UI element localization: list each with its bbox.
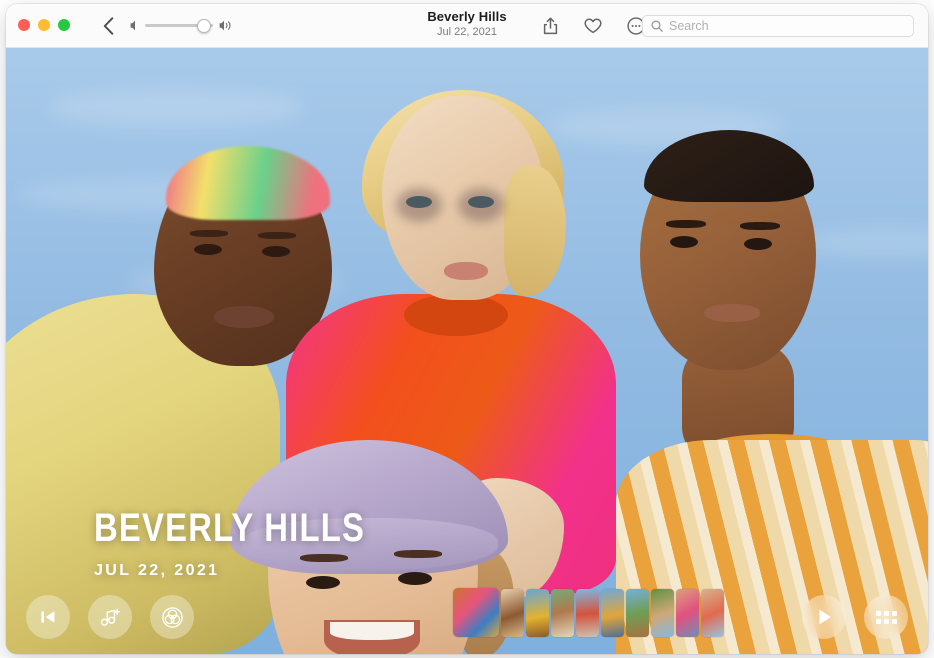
person-right-mouth	[704, 304, 760, 322]
rewind-icon	[39, 609, 57, 625]
thumbnail-5[interactable]	[576, 589, 599, 637]
speaker-high-icon	[219, 20, 234, 31]
chevron-left-icon	[103, 17, 114, 35]
thumbnail-7[interactable]	[626, 589, 649, 637]
photos-window: Beverly Hills Jul 22, 2021	[6, 4, 928, 654]
thumbnail-2[interactable]	[501, 589, 524, 637]
person-left-eye	[262, 246, 290, 257]
person-left-eyebrow	[190, 230, 228, 237]
maximize-button[interactable]	[58, 19, 70, 31]
volume-slider[interactable]	[130, 20, 234, 31]
window-title-block: Beverly Hills Jul 22, 2021	[367, 10, 567, 38]
search-icon	[651, 20, 663, 32]
share-icon	[543, 17, 558, 35]
person-center-eye	[468, 196, 494, 208]
person-right-eyebrow	[666, 220, 706, 228]
person-front-eye	[306, 576, 340, 589]
playback-controls-left	[26, 595, 194, 639]
person-center-eye	[406, 196, 432, 208]
person-left-eye	[194, 244, 222, 255]
filters-button[interactable]	[150, 595, 194, 639]
back-button[interactable]	[97, 15, 119, 37]
minimize-button[interactable]	[38, 19, 50, 31]
person-right-eye	[670, 236, 698, 248]
speaker-low-icon	[130, 20, 139, 31]
person-front-eyebrow	[394, 550, 442, 558]
heart-icon	[584, 18, 602, 34]
person-right-eye	[744, 238, 772, 250]
play-button[interactable]	[802, 595, 846, 639]
person-front-mouth	[324, 620, 420, 654]
thumbnail-8[interactable]	[651, 589, 674, 637]
thumbnail-filmstrip[interactable]	[453, 587, 724, 637]
traffic-lights	[18, 19, 70, 31]
thumbnail-6[interactable]	[601, 589, 624, 637]
volume-track[interactable]	[145, 24, 213, 27]
share-button[interactable]	[539, 15, 561, 37]
thumbnail-3[interactable]	[526, 589, 549, 637]
page-title: Beverly Hills	[367, 10, 567, 25]
playback-controls-right	[802, 595, 908, 639]
toolbar-actions	[539, 15, 647, 37]
search-placeholder: Search	[669, 19, 709, 33]
music-note-plus-icon	[100, 608, 120, 627]
person-center-mouth	[444, 262, 488, 280]
person-left-mouth	[214, 306, 274, 328]
search-field[interactable]: Search	[642, 15, 914, 37]
grid-view-button[interactable]	[864, 595, 908, 639]
thumbnail-1[interactable]	[453, 588, 499, 637]
cloud-wisp	[46, 88, 306, 128]
person-center-hair	[504, 166, 566, 296]
favorite-button[interactable]	[582, 15, 604, 37]
volume-knob[interactable]	[197, 19, 211, 33]
person-front-hat-brim	[242, 518, 498, 570]
toolbar: Beverly Hills Jul 22, 2021	[6, 4, 928, 48]
person-left-eyebrow	[258, 232, 296, 239]
person-front-teeth	[330, 622, 414, 640]
thumbnail-10[interactable]	[701, 589, 724, 637]
person-center-collar	[404, 294, 508, 336]
color-filters-icon	[162, 607, 183, 628]
grid-icon	[876, 611, 897, 624]
person-right-eyebrow	[740, 222, 780, 230]
add-music-button[interactable]	[88, 595, 132, 639]
thumbnail-9[interactable]	[676, 589, 699, 637]
thumbnail-4[interactable]	[551, 589, 574, 637]
close-button[interactable]	[18, 19, 30, 31]
play-icon	[816, 608, 833, 626]
person-left-hair	[166, 146, 330, 220]
previous-button[interactable]	[26, 595, 70, 639]
person-front-eyebrow	[300, 554, 348, 562]
photo-viewer[interactable]: BEVERLY HILLS JUL 22, 2021	[6, 48, 928, 654]
person-front-eye	[398, 572, 432, 585]
page-subtitle: Jul 22, 2021	[367, 26, 567, 38]
